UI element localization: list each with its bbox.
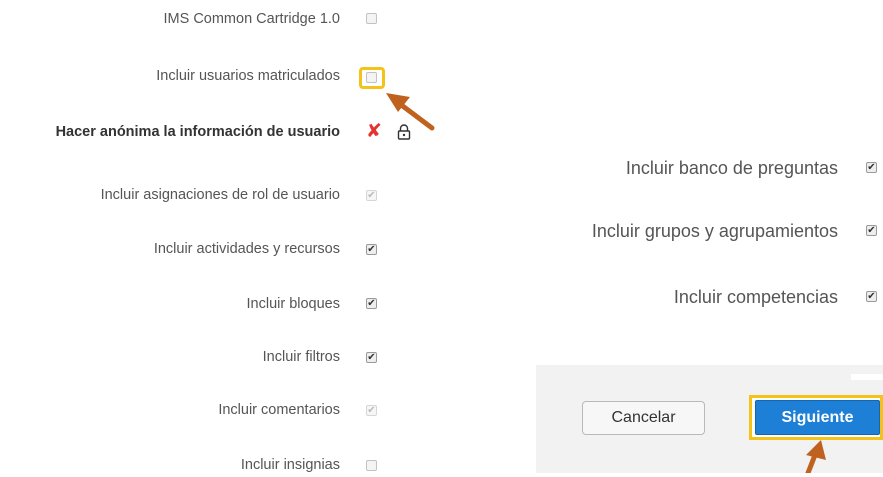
arrow-to-enrolled-checkbox — [386, 93, 435, 131]
arrow-to-next-button — [805, 440, 826, 473]
annotation-arrows — [386, 93, 826, 473]
